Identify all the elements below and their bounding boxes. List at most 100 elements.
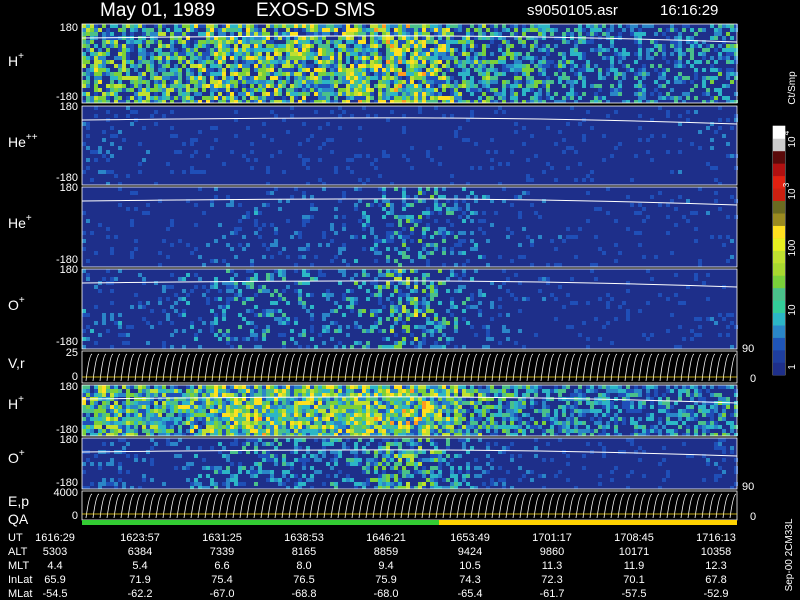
spectrogram-cell <box>330 84 334 88</box>
spectrogram-cell <box>710 36 714 40</box>
spectrogram-cell <box>234 417 238 421</box>
spectrogram-cell <box>422 277 426 281</box>
spectrogram-cell <box>434 285 438 289</box>
spectrogram-cell <box>490 301 494 305</box>
spectrogram-cell <box>234 44 238 48</box>
spectrogram-cell <box>302 305 306 309</box>
spectrogram-cell <box>706 92 710 96</box>
spectrogram-cell <box>206 413 210 417</box>
spectrogram-cell <box>198 68 202 72</box>
spectrogram-cell <box>494 110 498 114</box>
spectrogram-cell <box>318 243 322 247</box>
spectrogram-cell <box>146 389 150 393</box>
spectrogram-cell <box>382 425 386 429</box>
spectrogram-cell <box>222 76 226 80</box>
spectrogram-cell <box>174 80 178 84</box>
spectrogram-cell <box>170 285 174 289</box>
spectrogram-cell <box>474 333 478 337</box>
spectrogram-cell <box>306 429 310 433</box>
spectrogram-cell <box>482 92 486 96</box>
spectrogram-cell <box>274 425 278 429</box>
spectrogram-cell <box>378 345 382 349</box>
spectrogram-cell <box>434 341 438 345</box>
spectrogram-cell <box>202 413 206 417</box>
spectrogram-cell <box>266 247 270 251</box>
spectrogram-cell <box>94 64 98 68</box>
spectrogram-cell <box>194 389 198 393</box>
spectrogram-cell <box>314 393 318 397</box>
spectrogram-cell <box>90 401 94 405</box>
spectrogram-cell <box>338 44 342 48</box>
spectrogram-cell <box>474 88 478 92</box>
spectrogram-cell <box>302 92 306 96</box>
spectrogram-cell <box>102 40 106 44</box>
spectrogram-cell <box>726 76 730 80</box>
spectrogram-cell <box>162 239 166 243</box>
spectrogram-cell <box>618 305 622 309</box>
spectrogram-cell <box>462 345 466 349</box>
spectrogram-cell <box>306 269 310 273</box>
spectrogram-cell <box>182 313 186 317</box>
spectrogram-cell <box>122 100 126 103</box>
spectrogram-cell <box>350 297 354 301</box>
spectrogram-cell <box>358 28 362 32</box>
spectrogram-cell <box>386 337 390 341</box>
spectrogram-cell <box>338 92 342 96</box>
spectrogram-cell <box>490 337 494 341</box>
spectrogram-cell <box>362 24 366 28</box>
spectrogram-cell <box>662 56 666 60</box>
spectrogram-cell <box>378 24 382 28</box>
spectrogram-cell <box>410 433 414 436</box>
spectrogram-cell <box>158 405 162 409</box>
spectrogram-cell <box>218 92 222 96</box>
spectrogram-cell <box>434 421 438 425</box>
spectrogram-cell <box>258 52 262 56</box>
spectrogram-cell <box>434 345 438 349</box>
spectrogram-cell <box>382 154 386 158</box>
spectrogram-cell <box>214 277 218 281</box>
spectrogram-cell <box>706 297 710 301</box>
spectrogram-cell <box>450 301 454 305</box>
spectrogram-cell <box>618 32 622 36</box>
spectrogram-cell <box>530 24 534 28</box>
spectrogram-cell <box>82 24 86 28</box>
spectrogram-cell <box>578 68 582 72</box>
spectrogram-cell <box>350 40 354 44</box>
spectrogram-cell <box>178 72 182 76</box>
spectrogram-cell <box>734 154 738 158</box>
spectrogram-cell <box>250 56 254 60</box>
spectrogram-cell <box>82 433 86 436</box>
spectrogram-cell <box>634 84 638 88</box>
spectrogram-cell <box>306 138 310 142</box>
spectrogram-cell <box>390 421 394 425</box>
spectrogram-cell <box>498 32 502 36</box>
spectrogram-cell <box>686 92 690 96</box>
spectrogram-cell <box>438 146 442 150</box>
spectrogram-cell <box>734 72 738 76</box>
spectrogram-cell <box>426 421 430 425</box>
spectrogram-cell <box>198 52 202 56</box>
spectrogram-cell <box>442 389 446 393</box>
spectrogram-cell <box>186 44 190 48</box>
spectrogram-cell <box>554 36 558 40</box>
spectrogram-cell <box>314 60 318 64</box>
spectrogram-cell <box>122 341 126 345</box>
spectrogram-cell <box>318 409 322 413</box>
spectrogram-cell <box>406 405 410 409</box>
spectrogram-cell <box>230 429 234 433</box>
spectrogram-cell <box>298 405 302 409</box>
spectrogram-cell <box>366 433 370 436</box>
spectrogram-cell <box>254 88 258 92</box>
spectrogram-cell <box>354 52 358 56</box>
spectrogram-cell <box>226 84 230 88</box>
spectrogram-cell <box>410 166 414 170</box>
spectrogram-cell <box>322 88 326 92</box>
spectrogram-cell <box>598 48 602 52</box>
spectrogram-cell <box>222 401 226 405</box>
spectrogram-cell <box>374 285 378 289</box>
spectrogram-cell <box>86 96 90 100</box>
spectrogram-cell <box>134 118 138 122</box>
spectrogram-cell <box>414 393 418 397</box>
spectrogram-cell <box>618 56 622 60</box>
spectrogram-cell <box>114 393 118 397</box>
